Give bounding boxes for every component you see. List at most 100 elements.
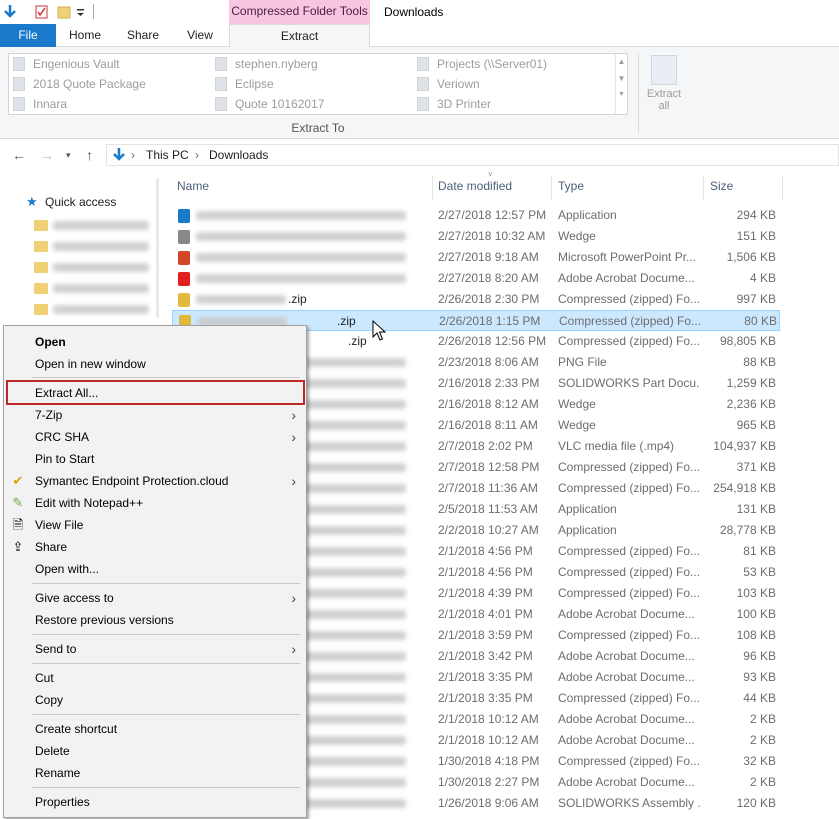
folder-icon [34, 262, 48, 273]
folder-icon [34, 283, 48, 294]
gallery-expand-icon[interactable]: ▾ [616, 89, 627, 98]
column-divider[interactable] [432, 175, 433, 201]
file-type: Compressed (zipped) Fo... [558, 565, 700, 579]
file-type: Application [558, 502, 617, 516]
breadcrumb-separator-icon[interactable]: › [131, 148, 135, 162]
folder-icon [417, 77, 429, 91]
forward-arrow-icon[interactable]: → [40, 147, 54, 163]
extract-all-ribbon-button[interactable]: Extract all [643, 53, 685, 115]
menu-item-restore-versions[interactable]: Restore previous versions [4, 609, 306, 631]
column-header-date[interactable]: Date modified [438, 179, 512, 193]
file-date: 2/27/2018 12:57 PM [438, 208, 547, 222]
file-size: 28,778 KB [719, 523, 776, 537]
file-row[interactable]: 2/27/2018 12:57 PM Application 294 KB [172, 205, 780, 226]
file-date: 2/16/2018 8:11 AM [438, 418, 538, 432]
tab-extract[interactable]: Extract [229, 24, 370, 48]
file-date: 2/1/2018 3:35 PM [438, 670, 533, 684]
menu-item-pin-to-start[interactable]: Pin to Start [4, 448, 306, 470]
new-folder-icon[interactable] [57, 4, 73, 20]
column-divider[interactable] [782, 175, 783, 201]
properties-icon[interactable] [34, 4, 50, 20]
menu-item-cut[interactable]: Cut [4, 667, 306, 689]
recent-locations-icon[interactable]: ▾ [66, 150, 71, 161]
menu-item-7zip[interactable]: 7-Zip › [4, 404, 306, 426]
destination-item[interactable]: Quote 10162017 [215, 94, 324, 114]
file-row[interactable]: .zip 2/26/2018 2:30 PM Compressed (zipped)… [172, 289, 780, 310]
menu-separator [32, 787, 300, 788]
address-bar[interactable]: › This PC › Downloads [106, 144, 839, 166]
menu-item-open-with[interactable]: Open with... [4, 558, 306, 580]
column-divider[interactable] [551, 175, 552, 201]
menu-item-create-shortcut[interactable]: Create shortcut [4, 718, 306, 740]
menu-item-delete[interactable]: Delete [4, 740, 306, 762]
column-header-size[interactable]: Size [710, 179, 733, 193]
column-header-name[interactable]: Name [177, 179, 209, 193]
destination-item[interactable]: 3D Printer [417, 94, 491, 114]
file-size: 1,259 KB [726, 376, 776, 390]
tab-file[interactable]: File [0, 24, 56, 47]
up-arrow-icon[interactable]: ↑ [86, 147, 93, 163]
menu-item-symantec[interactable]: ✔ Symantec Endpoint Protection.cloud › [4, 470, 306, 492]
file-type-icon [178, 209, 190, 223]
file-type: Application [558, 523, 617, 537]
menu-item-send-to[interactable]: Send to › [4, 638, 306, 660]
folder-icon [13, 97, 25, 111]
file-size: 100 KB [736, 607, 776, 621]
blurred-folder-name[interactable] [53, 221, 149, 230]
destination-item[interactable]: stephen.nyberg [215, 54, 318, 74]
scroll-down-icon[interactable]: ▼ [616, 74, 627, 83]
file-row[interactable]: 2/27/2018 10:32 AM Wedge 151 KB [172, 226, 780, 247]
menu-item-rename[interactable]: Rename [4, 762, 306, 784]
customize-toolbar-icon[interactable] [76, 4, 92, 20]
file-date: 2/2/2018 10:27 AM [438, 523, 539, 537]
destination-item[interactable]: Innara [13, 94, 67, 114]
destination-item[interactable]: Veriown [417, 74, 480, 94]
breadcrumb-separator-icon[interactable]: › [195, 148, 199, 162]
address-bar-row: ← → ▾ ↑ › This PC › Downloads [0, 139, 839, 173]
blurred-file-name [196, 295, 286, 304]
star-icon: ★ [26, 194, 38, 209]
file-date: 2/16/2018 8:12 AM [438, 397, 539, 411]
extract-all-icon [651, 55, 677, 85]
back-arrow-icon[interactable]: ← [12, 147, 26, 163]
blurred-folder-name[interactable] [53, 305, 149, 314]
nav-scrollbar[interactable] [156, 178, 159, 318]
menu-item-crc-sha[interactable]: CRC SHA › [4, 426, 306, 448]
title-bar: Compressed Folder Tools Downloads [0, 0, 839, 24]
submenu-arrow-icon: › [291, 590, 296, 606]
tab-view[interactable]: View [178, 24, 222, 47]
destination-item[interactable]: Engenious Vault [13, 54, 120, 74]
quick-access-link[interactable]: Quick access [45, 195, 116, 209]
menu-item-share[interactable]: ⇪ Share [4, 536, 306, 558]
menu-item-open[interactable]: Open [4, 331, 306, 353]
tab-home[interactable]: Home [62, 24, 108, 47]
gallery-scrollbar[interactable]: ▲ ▼ ▾ [615, 54, 627, 114]
blurred-folder-name[interactable] [53, 242, 149, 251]
menu-item-properties[interactable]: Properties [4, 791, 306, 813]
menu-item-give-access[interactable]: Give access to › [4, 587, 306, 609]
destination-item[interactable]: Projects (\\Server01) [417, 54, 547, 74]
menu-item-open-new-window[interactable]: Open in new window [4, 353, 306, 375]
mouse-cursor-icon [372, 320, 386, 341]
file-date: 2/26/2018 12:56 PM [438, 334, 547, 348]
file-size: 1,506 KB [726, 250, 776, 264]
column-divider[interactable] [703, 175, 704, 201]
menu-item-notepadpp[interactable]: ✎ Edit with Notepad++ [4, 492, 306, 514]
file-size: 2,236 KB [726, 397, 776, 411]
breadcrumb-this-pc[interactable]: This PC [146, 148, 189, 162]
menu-item-copy[interactable]: Copy [4, 689, 306, 711]
down-arrow-icon[interactable] [2, 4, 18, 20]
destination-item[interactable]: Eclipse [215, 74, 274, 94]
blurred-folder-name[interactable] [53, 263, 149, 272]
destination-item[interactable]: 2018 Quote Package [13, 74, 146, 94]
file-date: 2/27/2018 10:32 AM [438, 229, 546, 243]
blurred-folder-name[interactable] [53, 284, 149, 293]
column-header-type[interactable]: Type [558, 179, 584, 193]
breadcrumb-downloads[interactable]: Downloads [209, 148, 268, 162]
tab-share[interactable]: Share [120, 24, 166, 47]
scroll-up-icon[interactable]: ▲ [616, 57, 627, 66]
file-row[interactable]: 2/27/2018 8:20 AM Adobe Acrobat Docume...… [172, 268, 780, 289]
menu-item-view-file[interactable]: 🗎 View File [4, 514, 306, 536]
file-row[interactable]: 2/27/2018 9:18 AM Microsoft PowerPoint Pr… [172, 247, 780, 268]
file-date: 2/27/2018 8:20 AM [438, 271, 539, 285]
